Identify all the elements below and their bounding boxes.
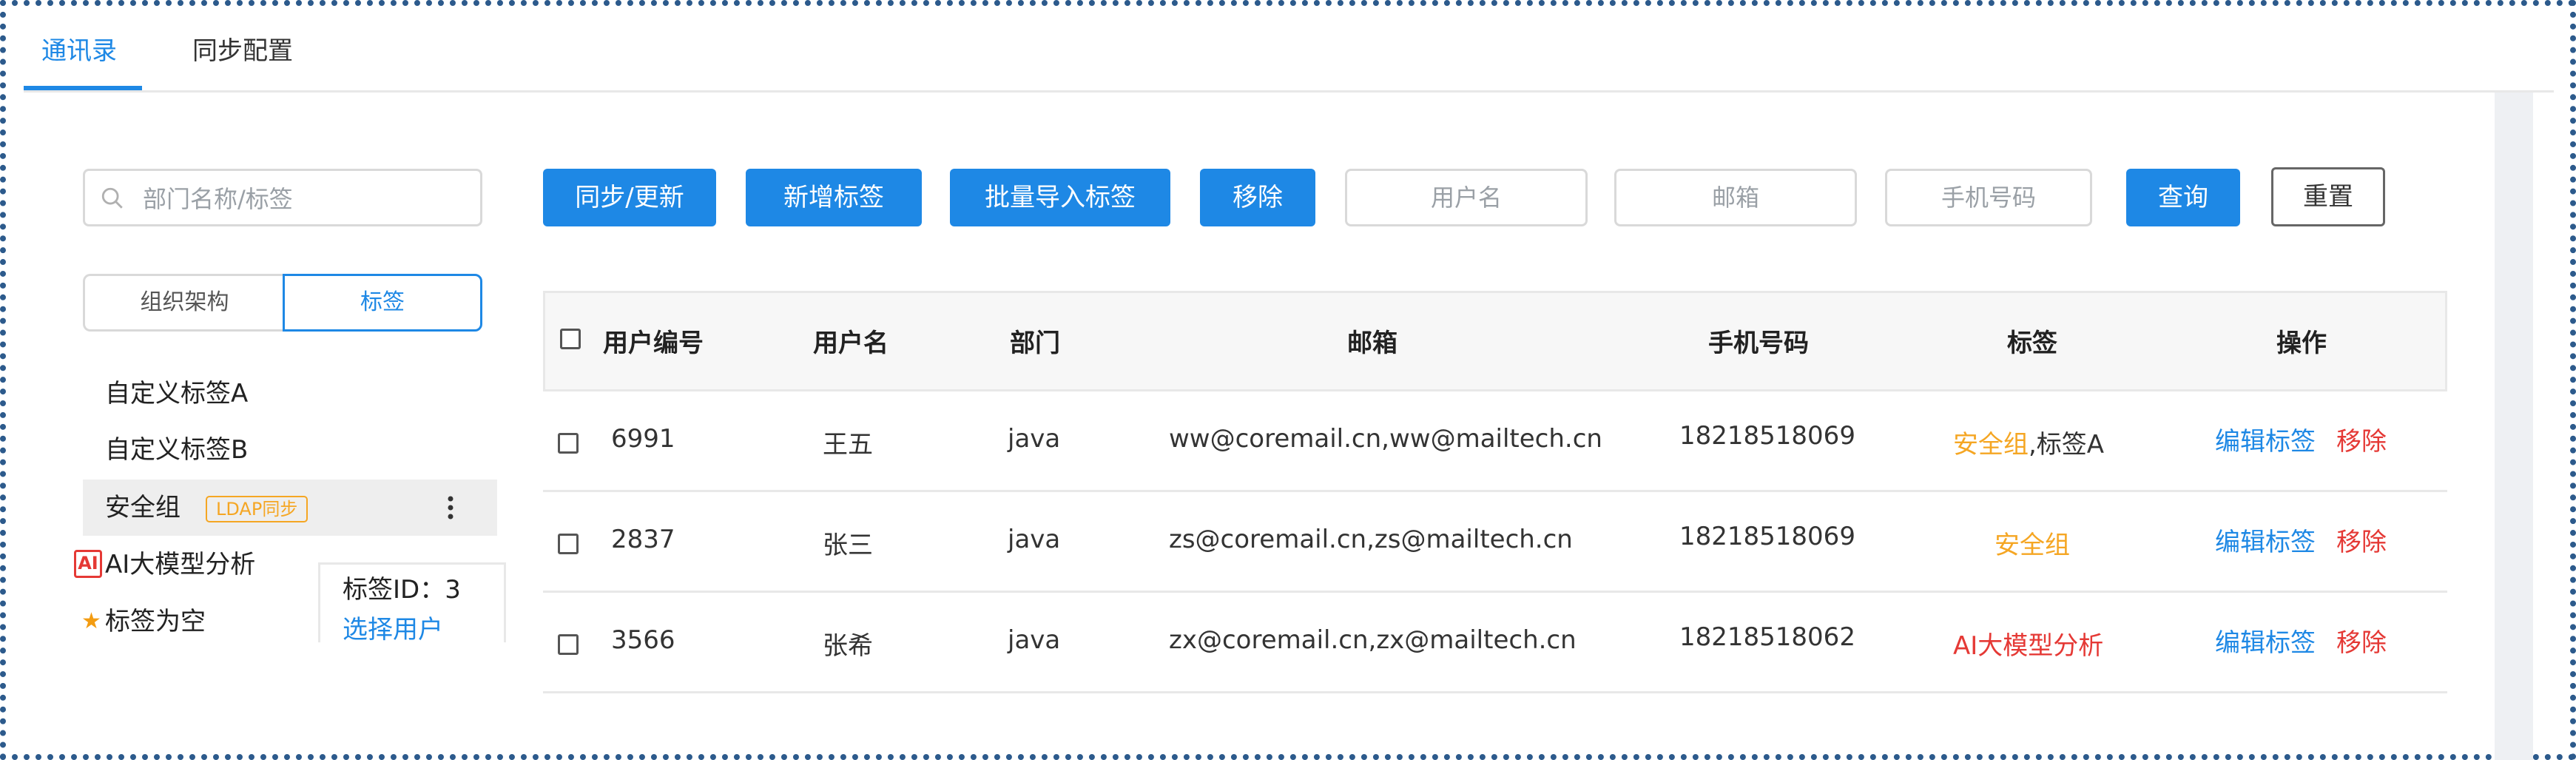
select-user-link[interactable]: 选择用户 [343,609,443,645]
remove-row-link[interactable]: 移除 [2336,622,2387,659]
cell-user-id: 2837 [611,525,675,554]
add-tag-button[interactable]: 新增标签 [746,169,922,226]
cell-email: zx@coremail.cn,zx@mailtech.cn [1169,625,1577,655]
cell-user-id: 6991 [611,424,675,454]
column-header-email: 邮箱 [1347,329,1397,358]
segment-tags[interactable]: 标签 [283,274,482,332]
row-checkbox[interactable] [558,433,579,454]
edit-tag-link[interactable]: 编辑标签 [2215,622,2316,659]
ai-icon: AI [74,550,102,578]
edit-tag-link[interactable]: 编辑标签 [2215,522,2316,558]
tab-contacts[interactable]: 通讯录 [41,25,117,77]
tag-text-rest: ,标签A [2029,430,2105,460]
cell-tags: 安全组,标签A [1953,424,2104,460]
remove-row-link[interactable]: 移除 [2336,522,2387,558]
column-header-username: 用户名 [813,329,889,358]
select-all-checkbox[interactable] [560,329,581,349]
segment-org-structure[interactable]: 组织架构 [83,274,284,332]
cell-phone: 18218518069 [1679,522,1855,551]
table-row: 6991 王五 java ww@coremail.cn,ww@mailtech.… [543,391,2447,492]
tab-sync-config[interactable]: 同步配置 [192,25,293,77]
column-header-actions: 操作 [2276,329,2327,358]
department-tag-search-input[interactable] [141,178,470,220]
remove-row-link[interactable]: 移除 [2336,421,2387,457]
cell-username: 王五 [823,430,873,460]
search-icon [101,187,123,209]
department-tag-search[interactable] [83,169,482,226]
cell-phone: 18218518062 [1679,622,1855,652]
column-header-user-id: 用户编号 [603,329,704,358]
tag-item-security-group[interactable]: 安全组 [105,482,181,534]
reset-button[interactable]: 重置 [2271,167,2385,226]
username-field[interactable] [1345,169,1588,226]
tag-id-label: 标签ID：3 [343,575,461,605]
tag-item-custom-a[interactable]: 自定义标签A [105,368,248,420]
cell-department: java [1008,424,1061,454]
tag-item-ai-model-analysis[interactable]: AI大模型分析 [105,539,255,591]
column-header-tags: 标签 [2007,329,2057,358]
star-icon: ★ [81,608,101,634]
username-input[interactable] [1347,171,1585,224]
cell-email: ww@coremail.cn,ww@mailtech.cn [1169,424,1602,454]
batch-import-tags-button[interactable]: 批量导入标签 [950,169,1170,226]
column-header-phone: 手机号码 [1708,329,1809,358]
cell-user-id: 3566 [611,625,675,655]
table-header: 用户编号 用户名 部门 邮箱 手机号码 标签 操作 [543,291,2447,391]
more-vertical-icon[interactable] [445,494,456,521]
top-tab-bar: 通讯录 同步配置 [24,13,2554,93]
email-input[interactable] [1616,171,1855,224]
active-tab-indicator [24,86,142,90]
cell-phone: 18218518069 [1679,421,1855,451]
ldap-sync-badge: LDAP同步 [206,496,308,522]
cell-tags: AI大模型分析 [1953,631,2104,661]
sync-update-button[interactable]: 同步/更新 [543,169,716,226]
row-checkbox[interactable] [558,634,579,655]
phone-field[interactable] [1885,169,2092,226]
table-row: 3566 张希 java zx@coremail.cn,zx@mailtech.… [543,593,2447,693]
edit-tag-link[interactable]: 编辑标签 [2215,421,2316,457]
cell-email: zs@coremail.cn,zs@mailtech.cn [1169,525,1573,554]
row-checkbox[interactable] [558,534,579,554]
phone-input[interactable] [1887,171,2090,224]
column-header-department: 部门 [1010,329,1060,358]
cell-username: 张希 [823,631,873,661]
tag-text-primary: 安全组 [1953,430,2029,460]
tag-item-empty-tag[interactable]: 标签为空 [105,596,206,648]
cell-department: java [1008,525,1061,554]
cell-department: java [1008,625,1061,655]
table-row: 2837 张三 java zs@coremail.cn,zs@mailtech.… [543,492,2447,593]
cell-username: 张三 [823,531,873,560]
remove-button[interactable]: 移除 [1200,169,1315,226]
query-button[interactable]: 查询 [2126,169,2240,226]
cell-tags: 安全组 [1995,531,2070,560]
tag-info-popover: 标签ID：3 选择用户 [318,562,506,645]
tag-item-custom-b[interactable]: 自定义标签B [105,424,248,476]
email-field[interactable] [1614,169,1857,226]
scrollbar-track[interactable] [2495,93,2533,760]
